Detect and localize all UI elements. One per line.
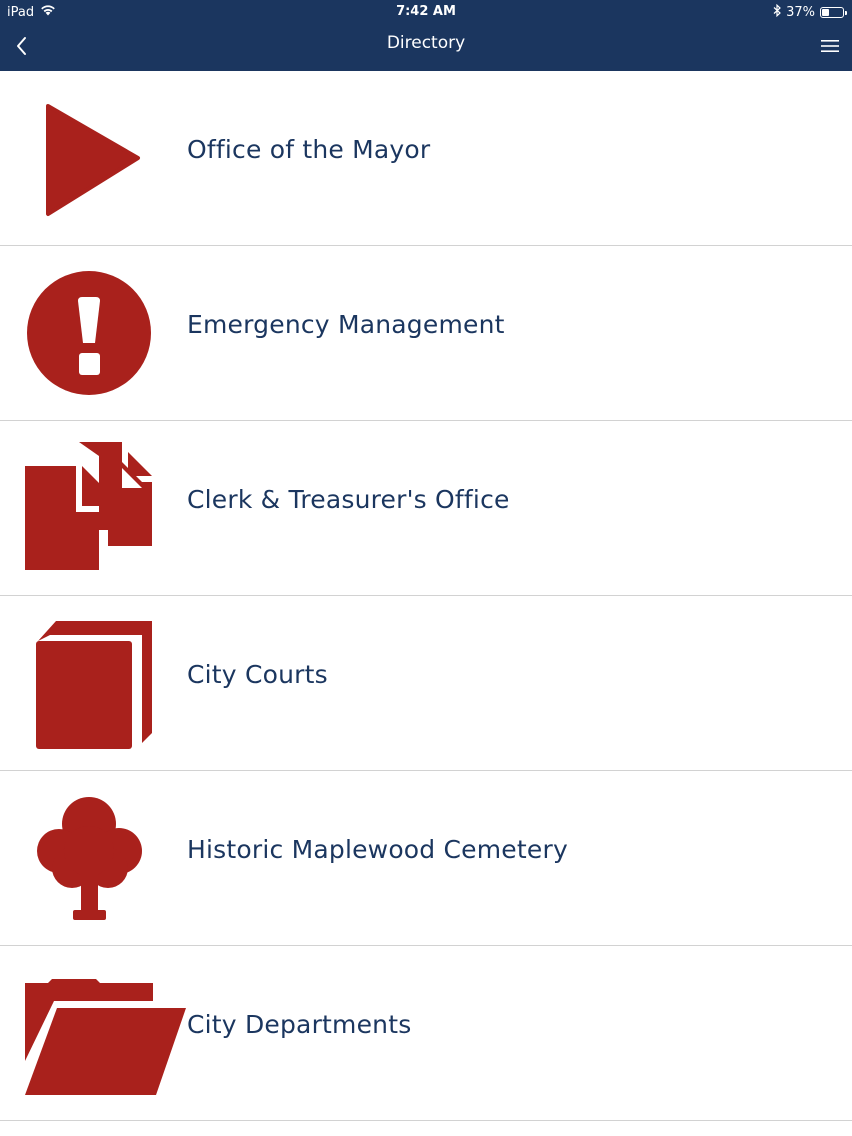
folder-open-icon	[24, 971, 186, 1096]
directory-item-label: Office of the Mayor	[187, 135, 431, 164]
directory-item-city-courts[interactable]: City Courts	[0, 596, 852, 771]
play-triangle-icon	[24, 96, 159, 221]
directory-item-city-departments[interactable]: City Departments	[0, 946, 852, 1121]
status-right: 37%	[773, 3, 847, 21]
directory-item-historic-maplewood-cemetery[interactable]: Historic Maplewood Cemetery	[0, 771, 852, 946]
directory-item-label: City Departments	[187, 1010, 412, 1039]
battery-percent: 37%	[786, 5, 815, 20]
directory-item-label: Historic Maplewood Cemetery	[187, 835, 568, 864]
directory-item-label: City Courts	[187, 660, 328, 689]
bluetooth-icon	[773, 3, 781, 21]
documents-icon	[24, 442, 159, 571]
exclamation-circle-icon	[24, 271, 159, 396]
status-time: 7:42 AM	[396, 4, 456, 19]
page-title: Directory	[386, 33, 466, 53]
directory-item-office-of-the-mayor[interactable]: Office of the Mayor	[0, 71, 852, 246]
menu-button[interactable]	[816, 32, 844, 60]
hamburger-menu-icon	[821, 40, 839, 52]
app-header: iPad 7:42 AM 37% Directory	[0, 0, 852, 71]
directory-item-label: Emergency Management	[187, 310, 505, 339]
directory-item-label: Clerk & Treasurer's Office	[187, 485, 510, 514]
directory-item-clerk-treasurers-office[interactable]: Clerk & Treasurer's Office	[0, 421, 852, 596]
nav-bar: Directory	[0, 24, 852, 71]
book-icon	[24, 621, 159, 749]
status-bar: iPad 7:42 AM 37%	[0, 0, 852, 24]
directory-list: Office of the Mayor Emergency Management…	[0, 71, 852, 1121]
battery-fill	[822, 9, 829, 16]
directory-item-emergency-management[interactable]: Emergency Management	[0, 246, 852, 421]
tree-icon	[24, 796, 159, 921]
battery-icon	[820, 7, 847, 18]
